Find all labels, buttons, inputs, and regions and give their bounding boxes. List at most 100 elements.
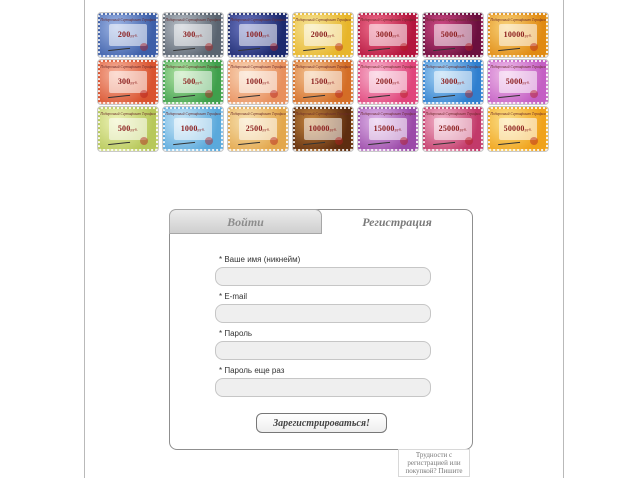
- certificate-amount: 25000руб.: [438, 124, 468, 133]
- certificate-card[interactable]: Подарочный Сертификат Терафим 200руб.: [97, 12, 159, 58]
- certificate-header: Подарочный Сертификат Терафим: [100, 65, 156, 69]
- certificate-currency: руб.: [197, 127, 206, 132]
- certificate-currency: руб.: [262, 80, 271, 85]
- certificate-currency: руб.: [459, 127, 468, 132]
- seal-icon: [335, 137, 343, 145]
- certificate-card[interactable]: Подарочный Сертификат Терафим 1500руб.: [292, 59, 354, 105]
- certificate-header: Подарочный Сертификат Терафим: [295, 112, 351, 116]
- tab-login[interactable]: Войти: [169, 209, 322, 234]
- seal-icon: [530, 90, 538, 98]
- certificate-header: Подарочный Сертификат Терафим: [165, 65, 221, 69]
- seal-icon: [465, 137, 473, 145]
- certificate-currency: руб.: [524, 127, 533, 132]
- certificate-card[interactable]: Подарочный Сертификат Терафим 3000руб.: [422, 59, 484, 105]
- certificate-currency: руб.: [457, 33, 466, 38]
- certificate-currency: руб.: [329, 127, 338, 132]
- password-repeat-label: * Пароль еще раз: [219, 366, 285, 375]
- seal-icon: [335, 43, 343, 51]
- certificate-currency: руб.: [130, 80, 139, 85]
- signature-mark: [172, 45, 196, 52]
- certificate-header: Подарочный Сертификат Терафим: [295, 65, 351, 69]
- certificate-card[interactable]: Подарочный Сертификат Терафим 300руб.: [97, 59, 159, 105]
- certificate-currency: руб.: [130, 33, 139, 38]
- tab-divider: [169, 233, 322, 234]
- seal-icon: [140, 137, 148, 145]
- certificate-amount: 500руб.: [182, 77, 204, 86]
- seal-icon: [205, 90, 213, 98]
- certificate-card[interactable]: Подарочный Сертификат Терафим 1000руб.: [227, 59, 289, 105]
- certificate-card[interactable]: Подарочный Сертификат Терафим 500руб.: [162, 59, 224, 105]
- nickname-input[interactable]: [215, 267, 431, 286]
- certificate-card[interactable]: Подарочный Сертификат Терафим 10000руб.: [292, 106, 354, 152]
- signature-mark: [497, 45, 521, 52]
- password-repeat-input[interactable]: [215, 378, 431, 397]
- email-input[interactable]: [215, 304, 431, 323]
- signature-mark: [107, 92, 131, 99]
- certificate-card[interactable]: Подарочный Сертификат Терафим 5000руб.: [422, 12, 484, 58]
- certificate-amount: 500руб.: [117, 124, 139, 133]
- certificate-card[interactable]: Подарочный Сертификат Терафим 2000руб.: [292, 12, 354, 58]
- certificate-currency: руб.: [130, 127, 139, 132]
- certificate-card[interactable]: Подарочный Сертификат Терафим 300руб.: [162, 12, 224, 58]
- help-widget[interactable]: Трудности с регистрацией или покупкой? П…: [398, 449, 470, 477]
- certificate-amount: 1500руб.: [310, 77, 336, 86]
- signature-mark: [497, 139, 521, 146]
- certificate-currency: руб.: [524, 33, 533, 38]
- certificate-amount: 2000руб.: [375, 77, 401, 86]
- certificate-header: Подарочный Сертификат Терафим: [230, 65, 286, 69]
- certificate-card[interactable]: Подарочный Сертификат Терафим 1000руб.: [162, 106, 224, 152]
- signature-mark: [172, 139, 196, 146]
- certificate-header: Подарочный Сертификат Терафим: [360, 65, 416, 69]
- certificate-header: Подарочный Сертификат Терафим: [230, 112, 286, 116]
- email-label: * E-mail: [219, 292, 248, 301]
- seal-icon: [530, 137, 538, 145]
- certificate-header: Подарочный Сертификат Терафим: [100, 18, 156, 22]
- certificate-amount: 50000руб.: [503, 124, 533, 133]
- certificate-amount: 2000руб.: [310, 30, 336, 39]
- signature-mark: [302, 92, 326, 99]
- certificate-currency: руб.: [195, 80, 204, 85]
- signature-mark: [237, 139, 261, 146]
- certificate-header: Подарочный Сертификат Терафим: [425, 18, 481, 22]
- signature-mark: [432, 92, 456, 99]
- certificate-card[interactable]: Подарочный Сертификат Терафим 15000руб.: [357, 106, 419, 152]
- certificate-card[interactable]: Подарочный Сертификат Терафим 5000руб.: [487, 59, 549, 105]
- signature-mark: [237, 45, 261, 52]
- certificate-card[interactable]: Подарочный Сертификат Терафим 10000руб.: [487, 12, 549, 58]
- certificate-card[interactable]: Подарочный Сертификат Терафим 3000руб.: [357, 12, 419, 58]
- tab-register[interactable]: Регистрация: [321, 209, 473, 234]
- signature-mark: [172, 92, 196, 99]
- seal-icon: [270, 90, 278, 98]
- certificate-amount: 300руб.: [182, 30, 204, 39]
- seal-icon: [335, 90, 343, 98]
- seal-icon: [205, 43, 213, 51]
- certificate-amount: 1000руб.: [245, 77, 271, 86]
- certificate-card[interactable]: Подарочный Сертификат Терафим 25000руб.: [422, 106, 484, 152]
- certificate-header: Подарочный Сертификат Терафим: [490, 112, 546, 116]
- certificate-header: Подарочный Сертификат Терафим: [490, 18, 546, 22]
- seal-icon: [465, 90, 473, 98]
- certificate-amount: 3000руб.: [375, 30, 401, 39]
- seal-icon: [270, 43, 278, 51]
- certificate-card[interactable]: Подарочный Сертификат Терафим 2000руб.: [357, 59, 419, 105]
- certificate-amount: 200руб.: [117, 30, 139, 39]
- certificate-card[interactable]: Подарочный Сертификат Терафим 50000руб.: [487, 106, 549, 152]
- certificate-card[interactable]: Подарочный Сертификат Терафим 500руб.: [97, 106, 159, 152]
- register-button[interactable]: Зарегистрироваться!: [256, 413, 387, 433]
- password-input[interactable]: [215, 341, 431, 360]
- seal-icon: [270, 137, 278, 145]
- certificate-header: Подарочный Сертификат Терафим: [425, 112, 481, 116]
- certificate-header: Подарочный Сертификат Терафим: [230, 18, 286, 22]
- signature-mark: [107, 45, 131, 52]
- signature-mark: [302, 139, 326, 146]
- certificate-header: Подарочный Сертификат Терафим: [425, 65, 481, 69]
- signature-mark: [107, 139, 131, 146]
- certificate-amount: 5000руб.: [440, 30, 466, 39]
- certificate-amount: 10000руб.: [503, 30, 533, 39]
- seal-icon: [140, 43, 148, 51]
- certificate-currency: руб.: [262, 127, 271, 132]
- certificate-card[interactable]: Подарочный Сертификат Терафим 2500руб.: [227, 106, 289, 152]
- seal-icon: [530, 43, 538, 51]
- signature-mark: [497, 92, 521, 99]
- certificate-card[interactable]: Подарочный Сертификат Терафим 1000руб.: [227, 12, 289, 58]
